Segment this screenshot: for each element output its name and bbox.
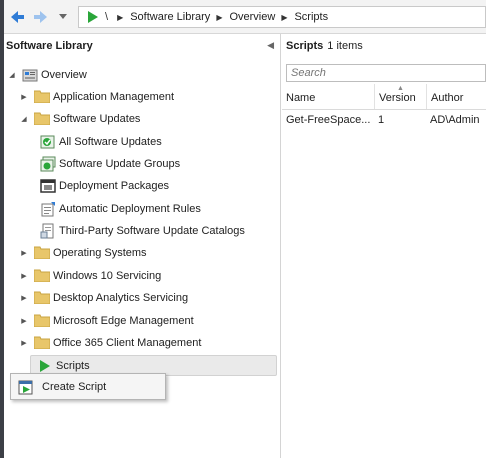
expand-icon[interactable]: ▶	[18, 93, 30, 101]
content-header: Scripts 1 items	[282, 34, 486, 58]
tree-item-third-party-catalogs[interactable]: Third-Party Software Update Catalogs	[40, 220, 245, 241]
search-input[interactable]	[291, 67, 481, 79]
folder-icon	[34, 245, 50, 261]
tree-item-software-updates[interactable]: ◢ Software Updates	[18, 108, 140, 129]
tree-label: Desktop Analytics Servicing	[53, 291, 189, 304]
tree-label: Deployment Packages	[59, 179, 170, 192]
item-count: 1 items	[327, 40, 363, 52]
collapse-pane-icon[interactable]: ◀	[267, 40, 274, 51]
tree-item-overview[interactable]: ◢ Overview	[6, 64, 87, 85]
chevron-right-icon[interactable]: ▶	[281, 13, 287, 22]
menu-item-label: Create Script	[42, 380, 107, 393]
expand-icon[interactable]: ▶	[18, 249, 30, 257]
column-label: Version	[379, 92, 416, 104]
chevron-right-icon[interactable]: ▶	[117, 13, 123, 22]
tree-item-office-365-client-management[interactable]: ▶ Office 365 Client Management	[18, 332, 201, 353]
tree-item-microsoft-edge-management[interactable]: ▶ Microsoft Edge Management	[18, 310, 194, 331]
column-header-version[interactable]: ▲ Version	[374, 84, 426, 109]
sort-ascending-icon: ▲	[397, 85, 404, 92]
tree-label: Windows 10 Servicing	[53, 269, 162, 282]
address-bar: \ ▶ Software Library ▶ Overview ▶ Script…	[4, 0, 486, 34]
expand-icon[interactable]: ▶	[18, 294, 30, 302]
expand-icon[interactable]: ▶	[18, 272, 30, 280]
back-button[interactable]	[8, 8, 26, 26]
tree-item-automatic-deployment-rules[interactable]: Automatic Deployment Rules	[40, 198, 201, 219]
tree-label: Microsoft Edge Management	[53, 314, 194, 327]
forward-button[interactable]	[32, 8, 50, 26]
tree-item-desktop-analytics-servicing[interactable]: ▶ Desktop Analytics Servicing	[18, 287, 188, 308]
tree-label: Scripts	[56, 359, 90, 372]
tree-item-deployment-packages[interactable]: Deployment Packages	[40, 175, 169, 196]
root-separator: \	[105, 11, 109, 23]
create-script-icon	[18, 379, 34, 395]
column-header-name[interactable]: Name	[282, 84, 374, 109]
column-header-author[interactable]: Author	[426, 84, 486, 109]
software-update-groups-icon	[40, 156, 56, 172]
pane-title: Software Library	[6, 40, 93, 52]
content-pane: Scripts 1 items Name ▲ Version Author Ge…	[282, 34, 486, 458]
breadcrumb-scripts[interactable]: Scripts	[294, 11, 328, 23]
expand-icon[interactable]: ▶	[18, 339, 30, 347]
tree-label: Operating Systems	[53, 246, 147, 259]
rules-icon	[40, 201, 56, 217]
folder-icon	[34, 335, 50, 351]
expand-icon[interactable]: ▶	[18, 317, 30, 325]
folder-icon	[34, 290, 50, 306]
tree-label: All Software Updates	[59, 135, 162, 148]
tree-label: Application Management	[53, 90, 175, 103]
green-play-icon	[37, 358, 53, 374]
search-box[interactable]	[286, 64, 486, 82]
cell-author: AD\Admin	[430, 114, 480, 126]
cell-name: Get-FreeSpace...	[286, 114, 371, 126]
tree-label: Office 365 Client Management	[53, 336, 202, 349]
folder-icon	[34, 268, 50, 284]
tree-item-windows-10-servicing[interactable]: ▶ Windows 10 Servicing	[18, 265, 161, 286]
tree-item-operating-systems[interactable]: ▶ Operating Systems	[18, 242, 147, 263]
table-row[interactable]: Get-FreeSpace... 1 AD\Admin	[282, 110, 486, 130]
tree-label: Third-Party Software Update Catalogs	[59, 224, 245, 237]
chevron-right-icon[interactable]: ▶	[216, 13, 222, 22]
scripts-grid: Name ▲ Version Author Get-FreeSpace... 1…	[282, 84, 486, 130]
create-script-menu-item[interactable]: Create Script	[15, 376, 163, 397]
folder-icon	[34, 313, 50, 329]
breadcrumb[interactable]: \ ▶ Software Library ▶ Overview ▶ Script…	[78, 6, 486, 28]
software-update-icon	[40, 134, 56, 150]
arrow-right-icon	[34, 11, 47, 23]
collapse-icon[interactable]: ◢	[6, 71, 18, 79]
tree-label: Automatic Deployment Rules	[59, 202, 201, 215]
content-title: Scripts	[286, 40, 324, 52]
collapse-icon[interactable]: ◢	[18, 115, 30, 123]
tree-item-application-management[interactable]: ▶ Application Management	[18, 86, 174, 107]
breadcrumb-software-library[interactable]: Software Library	[130, 11, 210, 23]
tree-item-software-update-groups[interactable]: Software Update Groups	[40, 153, 180, 174]
green-play-icon	[88, 11, 98, 23]
context-menu: Create Script	[10, 373, 166, 400]
tree-item-all-software-updates[interactable]: All Software Updates	[40, 131, 162, 152]
grid-header: Name ▲ Version Author	[282, 84, 486, 110]
overview-icon	[22, 67, 38, 83]
cell-version: 1	[378, 114, 385, 126]
arrow-left-icon	[11, 11, 24, 23]
deployment-package-icon	[40, 178, 56, 194]
tree-label: Software Update Groups	[59, 157, 181, 170]
tree-label: Overview	[41, 68, 87, 81]
tree-label: Software Updates	[53, 112, 141, 125]
history-dropdown[interactable]	[56, 8, 70, 26]
folder-icon	[34, 89, 50, 105]
folder-icon	[34, 111, 50, 127]
breadcrumb-overview[interactable]: Overview	[229, 11, 275, 23]
catalog-icon	[40, 223, 56, 239]
chevron-down-icon	[59, 14, 67, 19]
